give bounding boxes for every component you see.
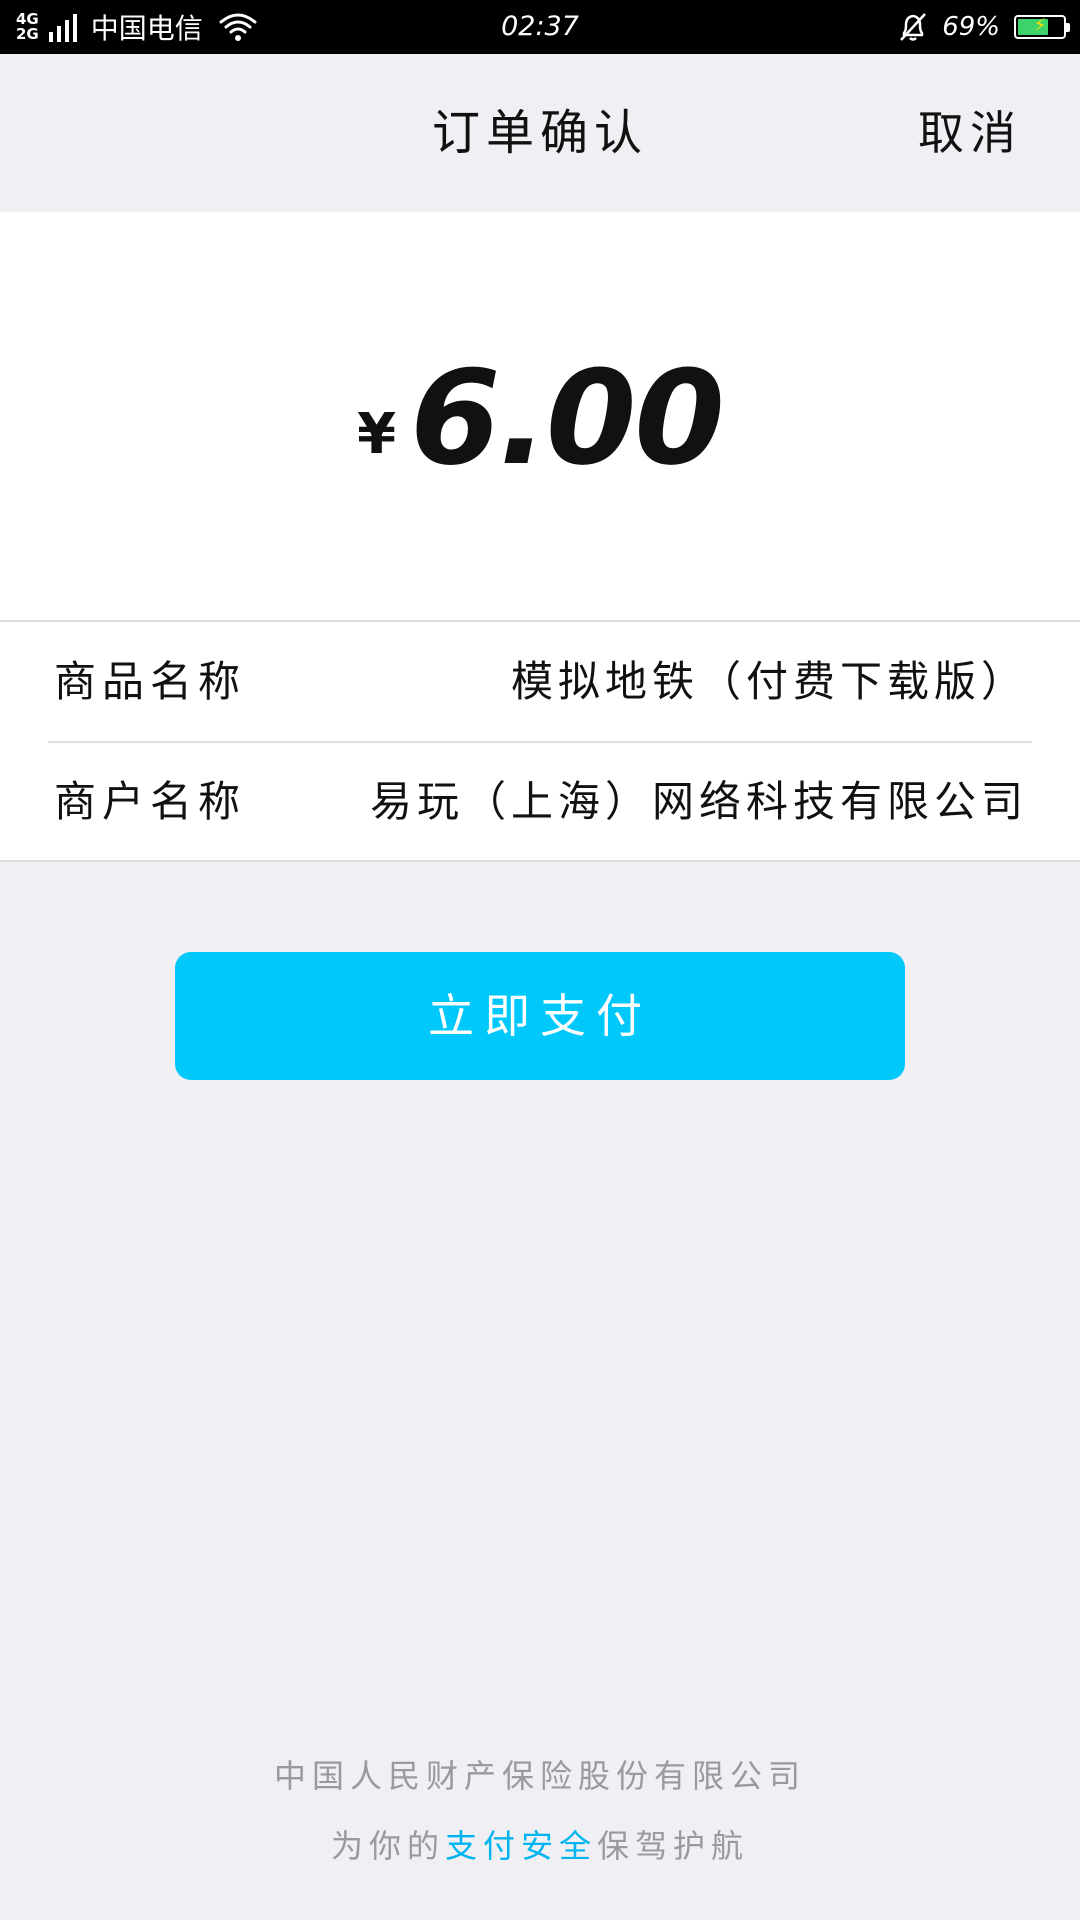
product-label: 商品名称 bbox=[54, 657, 247, 706]
slogan-suffix: 保驾护航 bbox=[597, 1827, 750, 1865]
currency-symbol: ¥ bbox=[357, 402, 397, 467]
status-bar-right: 69% ⚡ bbox=[898, 0, 1070, 54]
security-footer: 中国人民财产保险股份有限公司 为你的支付安全保驾护航 bbox=[0, 1748, 1080, 1884]
amount-panel: ¥6.00 bbox=[0, 212, 1080, 622]
merchant-row: 商户名称 易玩（上海）网络科技有限公司 bbox=[0, 742, 1080, 861]
payment-amount: ¥6.00 bbox=[0, 342, 1080, 494]
notification-off-icon bbox=[900, 13, 927, 41]
nav-bar: 订单确认 取消 bbox=[0, 54, 1080, 212]
security-slogan: 为你的支付安全保驾护航 bbox=[0, 1808, 1080, 1884]
amount-value: 6.00 bbox=[410, 342, 725, 494]
cancel-button[interactable]: 取消 bbox=[918, 54, 1022, 212]
product-row: 商品名称 模拟地铁（付费下载版） bbox=[0, 622, 1080, 741]
slogan-prefix: 为你的 bbox=[330, 1827, 445, 1865]
battery-percent: 69% bbox=[942, 12, 1000, 42]
battery-charging-icon: ⚡ bbox=[1014, 15, 1070, 39]
charging-bolt-icon: ⚡ bbox=[1033, 15, 1047, 36]
insurer-name: 中国人民财产保险股份有限公司 bbox=[273, 1757, 806, 1795]
product-value: 模拟地铁（付费下载版） bbox=[510, 657, 1028, 706]
pay-now-button[interactable]: 立即支付 bbox=[175, 952, 905, 1080]
slogan-highlight: 支付安全 bbox=[444, 1827, 597, 1865]
merchant-label: 商户名称 bbox=[54, 777, 247, 826]
merchant-value: 易玩（上海）网络科技有限公司 bbox=[369, 777, 1028, 826]
status-bar: 4G 2G 中国电信 02:37 69% ⚡ bbox=[0, 0, 1080, 54]
order-info-list: 商品名称 模拟地铁（付费下载版） 商户名称 易玩（上海）网络科技有限公司 bbox=[0, 622, 1080, 862]
